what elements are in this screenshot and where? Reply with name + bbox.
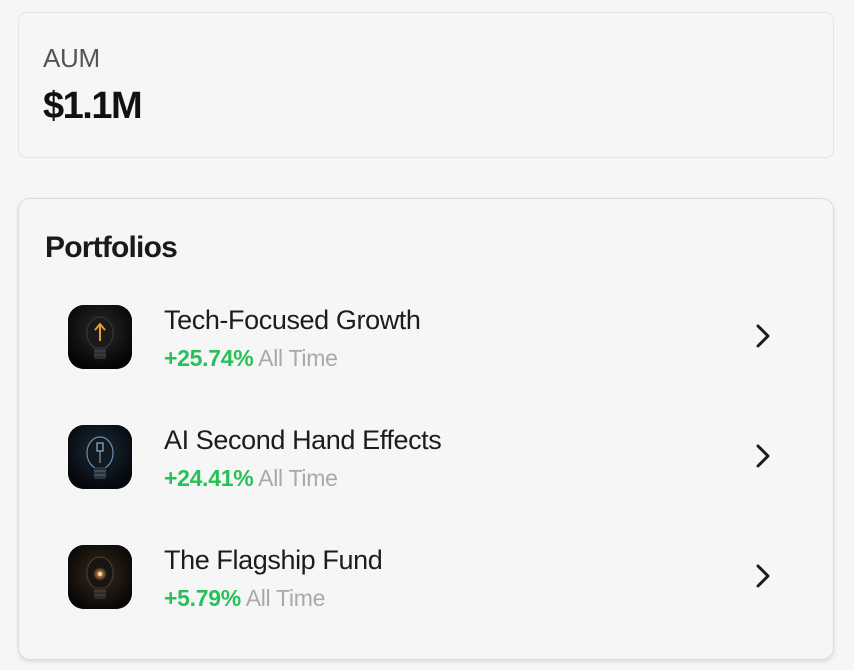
chevron-right-icon[interactable] — [751, 321, 775, 351]
portfolio-name: AI Second Hand Effects — [164, 425, 442, 455]
aum-label: AUM — [43, 43, 100, 73]
portfolio-return: +25.74% All Time — [164, 345, 338, 372]
portfolio-return: +24.41% All Time — [164, 465, 338, 492]
portfolio-item-tech-focused-growth[interactable]: Tech-Focused Growth +25.74% All Time — [19, 301, 833, 401]
aum-value: $1.1M — [43, 85, 143, 127]
return-percent: +25.74% — [164, 345, 254, 371]
chevron-right-icon[interactable] — [751, 561, 775, 591]
return-percent: +5.79% — [164, 585, 241, 611]
portfolio-item-the-flagship-fund[interactable]: The Flagship Fund +5.79% All Time — [19, 541, 833, 641]
portfolio-name: Tech-Focused Growth — [164, 305, 421, 335]
chevron-right-icon[interactable] — [751, 441, 775, 471]
return-period: All Time — [258, 465, 338, 491]
lightbulb-blue-icon — [68, 425, 132, 489]
portfolio-name: The Flagship Fund — [164, 545, 383, 575]
portfolios-card: Portfolios Tech-Focused Growth +25.74% A… — [18, 198, 834, 660]
return-percent: +24.41% — [164, 465, 254, 491]
lightbulb-arrow-icon — [68, 305, 132, 369]
return-period: All Time — [258, 345, 338, 371]
aum-card: AUM $1.1M — [18, 12, 834, 158]
portfolio-item-ai-second-hand-effects[interactable]: AI Second Hand Effects +24.41% All Time — [19, 421, 833, 521]
portfolios-title: Portfolios — [45, 231, 178, 264]
lightbulb-glow-icon — [68, 545, 132, 609]
return-period: All Time — [245, 585, 326, 611]
portfolio-return: +5.79% All Time — [164, 585, 325, 612]
